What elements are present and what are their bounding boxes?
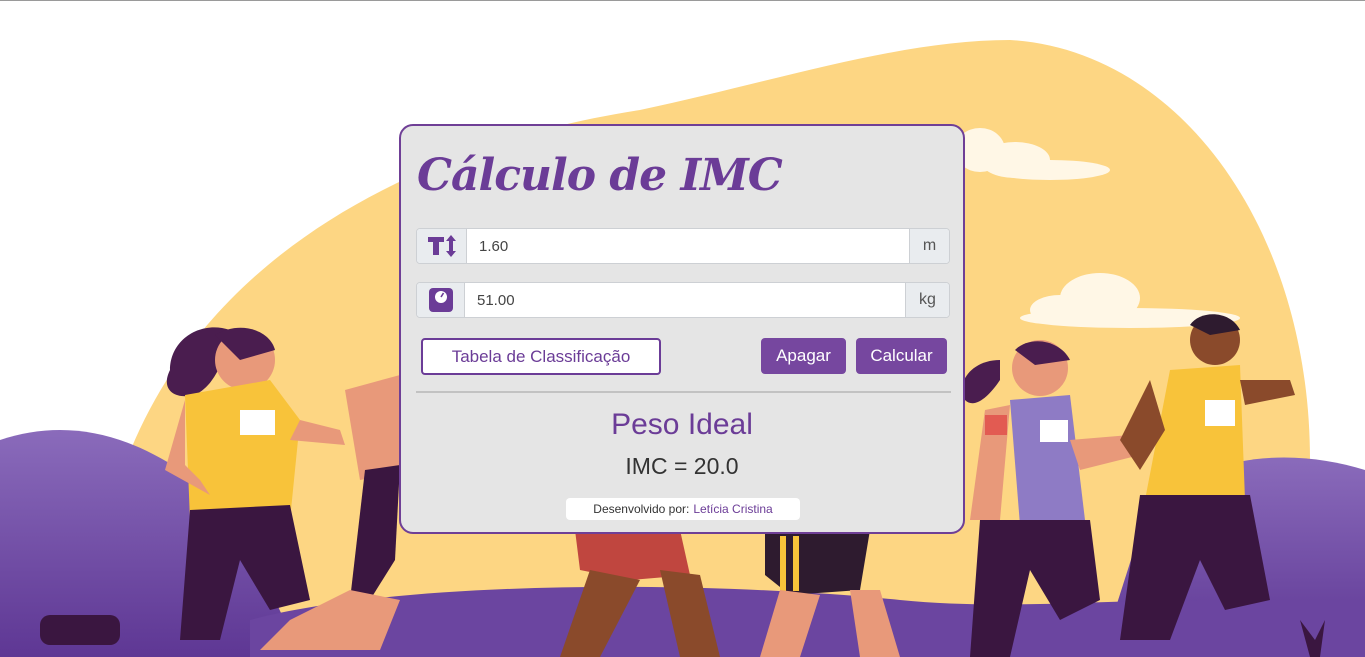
clear-button[interactable]: Apagar xyxy=(761,338,846,374)
classification-table-button[interactable]: Tabela de Classificação xyxy=(421,338,661,375)
weight-unit: kg xyxy=(905,283,949,317)
calculate-button[interactable]: Calcular xyxy=(856,338,947,374)
credit-prefix: Desenvolvido por: xyxy=(593,502,690,516)
height-unit: m xyxy=(909,229,949,263)
imc-calculator-card: Cálculo de IMC m kg Tabela de Classifica… xyxy=(399,124,965,534)
developer-credit: Desenvolvido por: Letícia Cristina xyxy=(566,498,800,520)
divider xyxy=(416,391,951,393)
weight-input[interactable] xyxy=(465,283,905,317)
weight-scale-icon xyxy=(417,283,465,317)
credit-author: Letícia Cristina xyxy=(693,502,773,516)
weight-input-group: kg xyxy=(416,282,950,318)
result-classification: Peso Ideal xyxy=(611,408,753,441)
height-input-group: m xyxy=(416,228,950,264)
result-imc-value: IMC = 20.0 xyxy=(625,453,739,479)
height-input[interactable] xyxy=(467,229,909,263)
text-height-icon xyxy=(417,229,467,263)
page-title: Cálculo de IMC xyxy=(417,150,783,201)
